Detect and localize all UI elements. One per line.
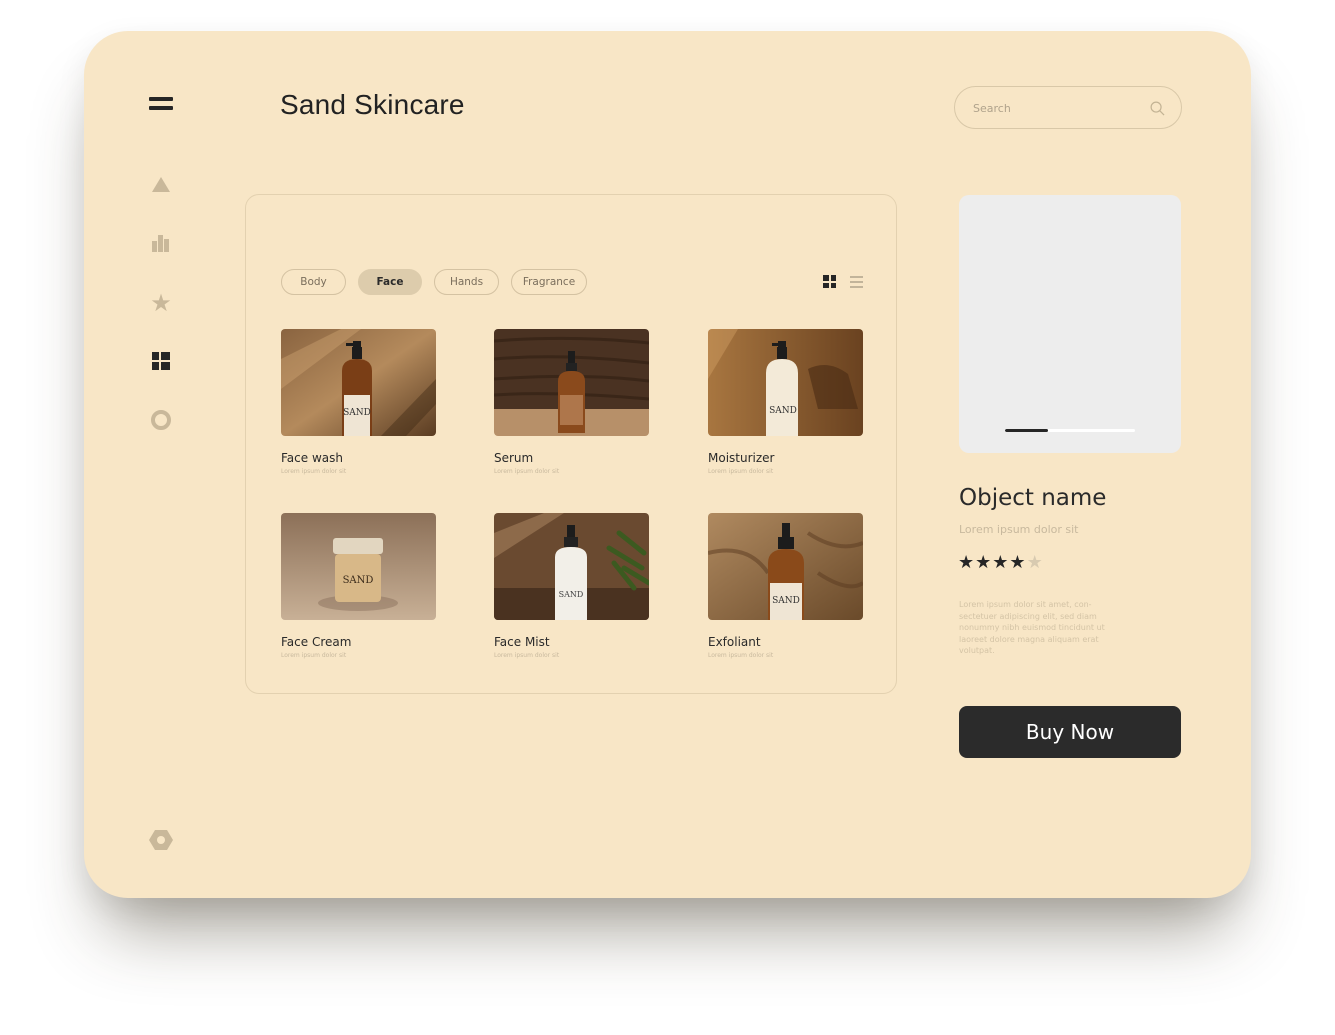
- gallery-progress-fill: [1005, 429, 1048, 432]
- product-subtitle: Lorem ipsum dolor sit: [494, 652, 560, 659]
- star-filled-icon[interactable]: ★: [1009, 553, 1025, 573]
- product-name[interactable]: Face wash: [281, 451, 437, 465]
- dashboard-icon[interactable]: [148, 348, 174, 374]
- product-subtitle: Lorem ipsum dolor sit: [708, 468, 774, 475]
- bar-chart-icon[interactable]: [148, 230, 174, 256]
- filter-chip-fragrance[interactable]: Fragrance: [511, 269, 587, 295]
- product-card-face-wash[interactable]: SAND Face wash Lorem ipsum dolor sit: [281, 329, 437, 475]
- product-name[interactable]: Face Cream: [281, 635, 437, 649]
- bottle-label: SAND: [343, 408, 371, 418]
- search-input[interactable]: [973, 97, 1133, 119]
- product-subtitle: Lorem ipsum dolor sit: [494, 468, 560, 475]
- gallery-progress[interactable]: [1005, 429, 1135, 432]
- star-filled-icon[interactable]: ★: [958, 553, 974, 573]
- star-empty-icon[interactable]: ★: [1027, 553, 1043, 573]
- product-name[interactable]: Serum: [494, 451, 650, 465]
- star-icon[interactable]: ★: [148, 290, 174, 316]
- search-icon[interactable]: [1150, 101, 1165, 116]
- grid-view-icon[interactable]: [823, 275, 836, 288]
- star-filled-icon[interactable]: ★: [992, 553, 1008, 573]
- rating-stars[interactable]: ★ ★ ★ ★ ★: [958, 553, 1043, 573]
- menu-icon[interactable]: [148, 91, 174, 117]
- product-subtitle: Lorem ipsum dolor sit: [281, 468, 347, 475]
- product-subtitle: Lorem ipsum dolor sit: [708, 652, 774, 659]
- product-image[interactable]: SAND: [494, 513, 649, 620]
- product-panel: Body Face Hands Fragrance SAND Face wash…: [245, 194, 897, 694]
- list-view-icon[interactable]: [850, 275, 863, 288]
- bottle-label: SAND: [772, 596, 800, 606]
- product-image[interactable]: SAND: [708, 513, 863, 620]
- buy-now-button[interactable]: Buy Now: [959, 706, 1181, 758]
- product-name[interactable]: Face Mist: [494, 635, 650, 649]
- ring-icon[interactable]: [148, 407, 174, 433]
- product-card-moisturizer[interactable]: SAND Moisturizer Lorem ipsum dolor sit: [708, 329, 864, 475]
- product-card-face-mist[interactable]: SAND Face Mist Lorem ipsum dolor sit: [494, 513, 650, 659]
- object-subtitle: Lorem ipsum dolor sit: [959, 523, 1079, 536]
- search-box[interactable]: [954, 86, 1182, 129]
- filter-chip-body[interactable]: Body: [281, 269, 346, 295]
- jar-label: SAND: [343, 575, 374, 586]
- filter-chip-face[interactable]: Face: [358, 269, 422, 295]
- product-image[interactable]: SAND: [281, 513, 436, 620]
- product-name[interactable]: Exfoliant: [708, 635, 864, 649]
- star-filled-icon[interactable]: ★: [975, 553, 991, 573]
- object-name: Object name: [959, 485, 1107, 511]
- product-card-serum[interactable]: Serum Lorem ipsum dolor sit: [494, 329, 650, 475]
- product-card-exfoliant[interactable]: SAND Exfoliant Lorem ipsum dolor sit: [708, 513, 864, 659]
- filter-chip-hands[interactable]: Hands: [434, 269, 499, 295]
- product-image[interactable]: [494, 329, 649, 436]
- app-title: Sand Skincare: [280, 89, 465, 120]
- product-card-face-cream[interactable]: SAND Face Cream Lorem ipsum dolor sit: [281, 513, 437, 659]
- bottle-label: SAND: [769, 406, 797, 416]
- product-preview-image[interactable]: [959, 195, 1181, 453]
- product-subtitle: Lorem ipsum dolor sit: [281, 652, 347, 659]
- triangle-icon[interactable]: [148, 171, 174, 197]
- product-image[interactable]: SAND: [281, 329, 436, 436]
- product-name[interactable]: Moisturizer: [708, 451, 864, 465]
- object-description: Lorem ipsum dolor sit amet, con-sectetue…: [959, 600, 1105, 656]
- product-image[interactable]: SAND: [708, 329, 863, 436]
- bottle-label: SAND: [559, 590, 584, 599]
- app-window: ★ Sand Skincare Body Face Hands Fragranc…: [84, 31, 1251, 898]
- hexagon-icon[interactable]: [148, 827, 174, 853]
